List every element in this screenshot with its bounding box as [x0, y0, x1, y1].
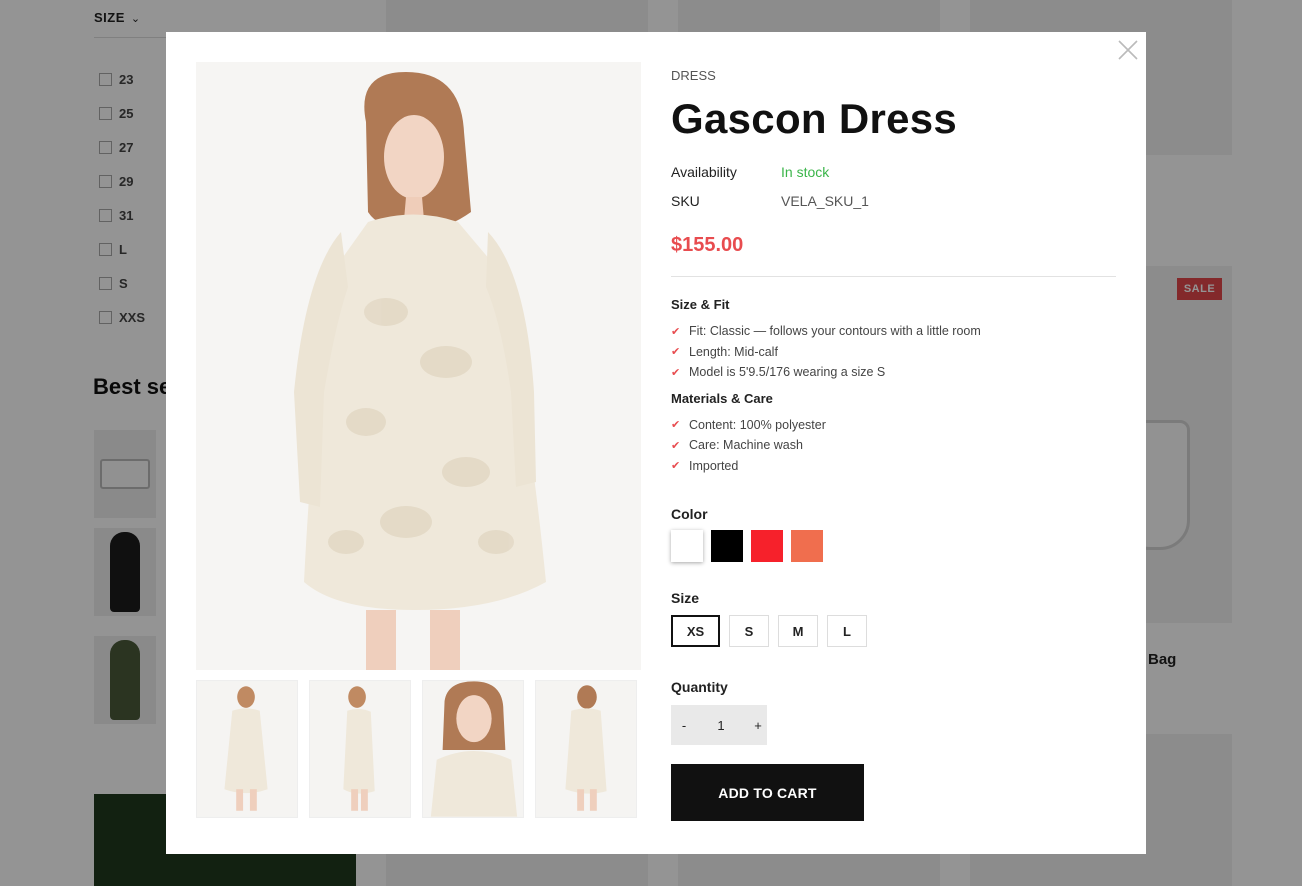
product-category[interactable]: DRESS [671, 68, 1116, 83]
size-option-m[interactable]: M [778, 615, 818, 647]
color-swatch-black[interactable] [711, 530, 743, 562]
close-icon[interactable] [1116, 38, 1140, 62]
availability-value: In stock [781, 163, 830, 180]
size-fit-heading: Size & Fit [671, 297, 730, 312]
product-title: Gascon Dress [671, 95, 958, 142]
check-icon: ✔ [671, 325, 681, 338]
size-option-xs[interactable]: XS [671, 615, 720, 647]
add-to-cart-button[interactable]: ADD TO CART [671, 764, 864, 821]
check-icon: ✔ [671, 366, 681, 379]
materials-heading: Materials & Care [671, 390, 773, 406]
size-option-l[interactable]: L [827, 615, 867, 647]
availability-row: Availability In stock [671, 157, 1116, 186]
quantity-stepper: - 1 + [671, 705, 767, 745]
check-icon: ✔ [671, 439, 681, 452]
divider [671, 276, 1116, 277]
color-swatch-red[interactable] [751, 530, 783, 562]
thumbnail-front[interactable] [196, 680, 298, 818]
product-meta: Availability In stock SKU VELA_SKU_1 [671, 157, 1116, 215]
thumbnail-closeup[interactable] [422, 680, 524, 818]
quick-view-modal: DRESS Gascon Dress Availability In stock… [166, 32, 1146, 854]
product-main-image[interactable] [196, 62, 641, 670]
list-item: ✔ Imported [671, 458, 739, 473]
thumbnail-side[interactable] [309, 680, 411, 818]
color-swatches [671, 530, 1116, 562]
color-swatch-coral[interactable] [791, 530, 823, 562]
quantity-label: Quantity [671, 679, 728, 695]
color-label: Color [671, 506, 708, 522]
quantity-increase-button[interactable]: + [749, 718, 767, 733]
list-item: ✔ Length: Mid-calf [671, 344, 778, 359]
sku-label: SKU [671, 192, 700, 209]
quantity-input[interactable]: 1 [693, 718, 749, 733]
thumbnail-strip [196, 680, 637, 818]
list-item: ✔ Care: Machine wash [671, 438, 803, 453]
sku-row: SKU VELA_SKU_1 [671, 186, 1116, 215]
list-item: ✔ Fit: Classic — follows your contours wi… [671, 324, 981, 339]
list-item: ✔ Model is 5'9.5/176 wearing a size S [671, 365, 886, 380]
size-option-s[interactable]: S [729, 615, 769, 647]
size-label: Size [671, 590, 700, 606]
size-options: XS S M L [671, 615, 1116, 647]
color-swatch-white[interactable] [671, 530, 703, 562]
check-icon: ✔ [671, 460, 681, 473]
thumbnail-back[interactable] [535, 680, 637, 818]
quantity-decrease-button[interactable]: - [675, 718, 693, 733]
product-price: $155.00 [671, 234, 744, 256]
size-fit-list: ✔ Fit: Classic — follows your contours wi… [671, 321, 1116, 383]
availability-label: Availability [671, 163, 737, 180]
list-item: ✔ Content: 100% polyester [671, 417, 826, 432]
sku-value: VELA_SKU_1 [781, 192, 869, 209]
product-info: DRESS Gascon Dress Availability In stock… [671, 62, 1116, 821]
materials-list: ✔ Content: 100% polyester ✔ Care: Machine … [671, 415, 1116, 477]
check-icon: ✔ [671, 346, 681, 359]
check-icon: ✔ [671, 419, 681, 432]
